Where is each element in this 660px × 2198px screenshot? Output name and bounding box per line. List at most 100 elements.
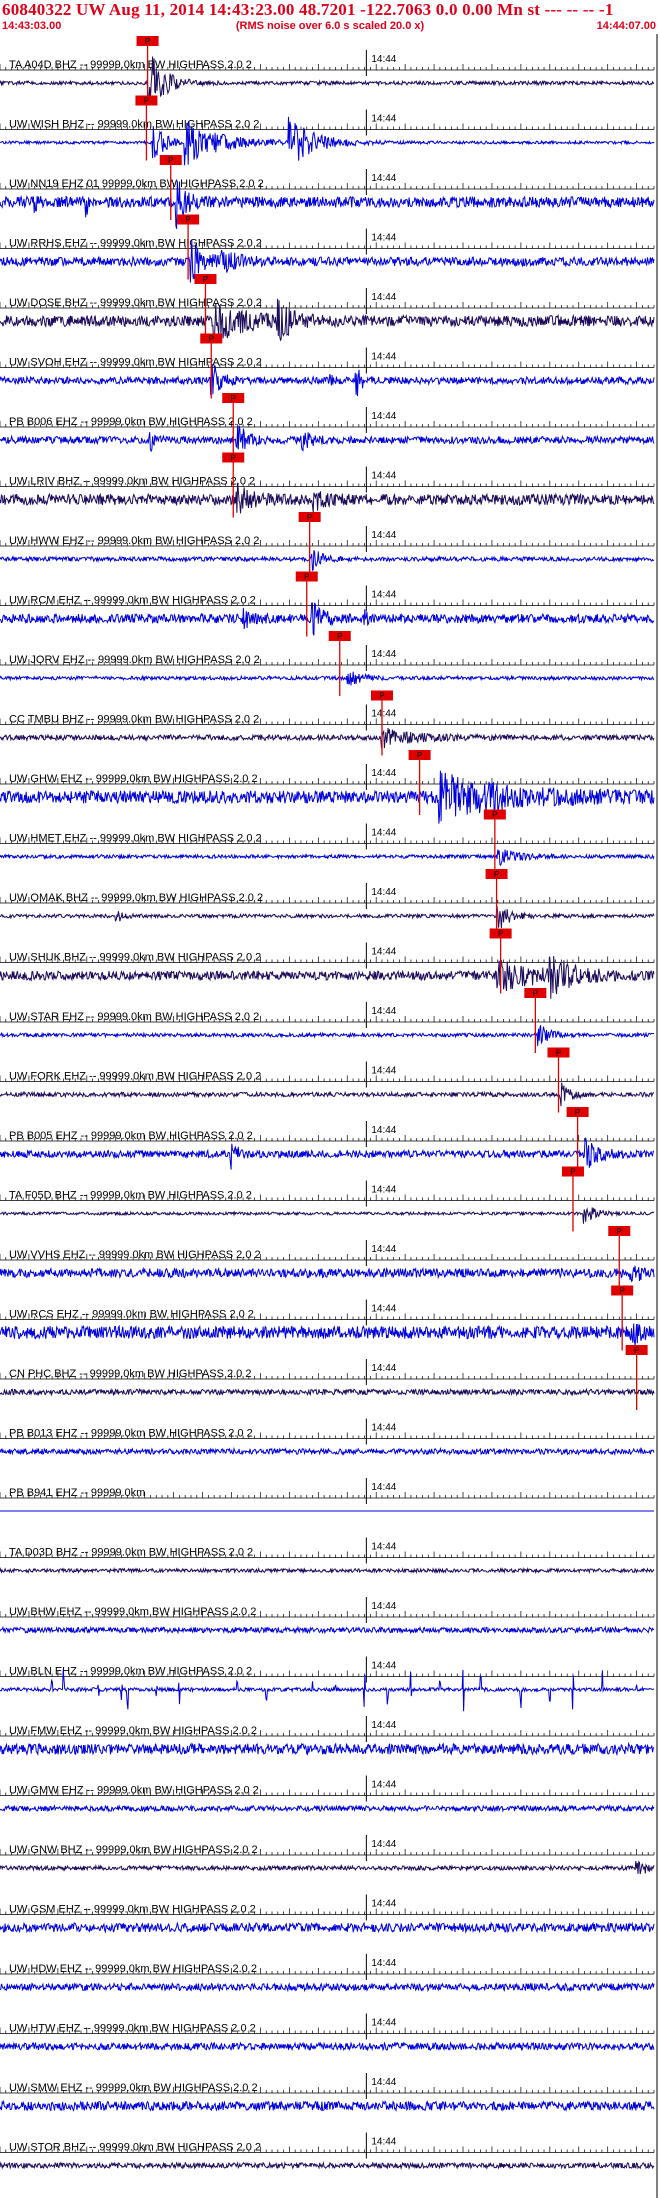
trace-row: 14:44 UW NN19 EHZ 01 99999.0km BW HIGHPAS…	[0, 155, 655, 229]
minute-tick-label: 14:44	[371, 530, 396, 541]
station-label: UW GHW EHZ -- 99999.0km BW HIGHPASS 2.0 …	[9, 773, 258, 785]
station-label: UW JORV EHZ -- 99999.0km BW HIGHPASS 2.0…	[9, 654, 260, 666]
minute-tick-label: 14:44	[371, 173, 396, 184]
waveform	[0, 2161, 655, 2171]
waveform	[0, 1323, 655, 1347]
station-label: UW SHUK BHZ -- 99999.0km BW HIGHPASS 2.0…	[9, 952, 261, 964]
trace-row: 14:44 UW RRHS EHZ -- 99999.0km BW HIGHPAS…	[0, 214, 655, 283]
trace-row: 14:44 PB B013 EHZ -- 99999.0km BW HIGHPAS…	[0, 1418, 655, 1457]
trace-row: 14:44 UW VVHS EHZ -- 99999.0km BW HIGHPAS…	[0, 1226, 655, 1291]
station-label: UW BHW EHZ -- 99999.0km BW HIGHPASS 2.0 …	[9, 1606, 256, 1618]
trace-row: 14:44 UW SHUK BHZ -- 99999.0km BW HIGHPAS…	[0, 928, 655, 999]
minute-tick-label: 14:44	[371, 1542, 396, 1553]
minute-tick-label: 14:44	[371, 233, 396, 244]
pick-label: P	[185, 216, 190, 225]
waveform	[0, 550, 655, 572]
pick-label: P	[417, 751, 422, 760]
trace-row: 14:44 CC TMBU BHZ -- 99999.0km BW HIGHPAS…	[0, 690, 655, 756]
station-label: UW STOR BHZ -- 99999.0km BW HIGHPASS 2.0…	[9, 2142, 261, 2154]
waveform	[0, 1741, 655, 1757]
station-label: UW SVOH EHZ -- 99999.0km BW HIGHPASS 2.0…	[9, 357, 262, 369]
pick-label: P	[619, 1287, 624, 1296]
station-label: UW GNW BHZ -- 99999.0km BW HIGHPASS 2.0 …	[9, 1844, 258, 1856]
station-label: CN PHC BHZ -- 99999.0km BW HIGHPASS 2.0 …	[9, 1368, 251, 1380]
minute-tick-label: 14:44	[371, 411, 396, 422]
minute-tick-label: 14:44	[371, 1601, 396, 1612]
trace-row: 14:44 UW FORK EHZ -- 99999.0km BW HIGHPAS…	[0, 1047, 655, 1113]
pick-label: P	[570, 1168, 575, 1177]
minute-tick-label: 14:44	[371, 1423, 396, 1434]
minute-tick-label: 14:44	[371, 887, 396, 898]
trace-row: 14:44 UW HMET EHZ -- 99999.0km BW HIGHPAS…	[0, 809, 655, 875]
waveform	[0, 906, 655, 929]
minute-tick-label: 14:44	[371, 1185, 396, 1196]
minute-tick-label: 14:44	[371, 1661, 396, 1672]
waveform	[0, 1387, 655, 1397]
station-label: PB B005 EHZ -- 99999.0km BW HIGHPASS 2.0…	[9, 1130, 253, 1142]
waveform	[0, 1860, 655, 1875]
trace-row: 14:44 UW HDW EHZ -- 99999.0km BW HIGHPASS…	[0, 1954, 655, 1993]
minute-tick-label: 14:44	[371, 709, 396, 720]
minute-tick-label: 14:44	[371, 1125, 396, 1136]
station-label: UW GSM EHZ -- 99999.0km BW HIGHPASS 2.0 …	[9, 1904, 256, 1916]
station-label: UW RCS EHZ -- 99999.0km BW HIGHPASS 2.0 …	[9, 1309, 254, 1321]
trace-row: 14:44 UW WISH BHZ -- 99999.0km BW HIGHPAS…	[0, 95, 655, 166]
station-label: UW GMW EHZ -- 99999.0km BW HIGHPASS 2.0 …	[9, 1785, 259, 1797]
pick-label: P	[494, 870, 499, 879]
station-label: UW HWW EHZ -- 99999.0km BW HIGHPASS 2.0 …	[9, 535, 259, 547]
station-label: PB B941 EHZ -- 99999.0km	[9, 1487, 145, 1499]
trace-row: 14:44 UW GNW BHZ -- 99999.0km BW HIGHPASS…	[0, 1835, 655, 1875]
trace-row: 14:44 UW STAR EHZ -- 99999.0km BW HIGHPAS…	[0, 988, 655, 1053]
waveform	[0, 1025, 655, 1047]
minute-tick-label: 14:44	[371, 471, 396, 482]
trace-row: 14:44 PB B941 EHZ -- 99999.0km	[0, 1478, 655, 1512]
trace-row: 14:44 UW DOSE BHZ -- 99999.0km BW HIGHPAS…	[0, 274, 655, 343]
station-label: PB B006 EHZ -- 99999.0km BW HIGHPASS 2.0…	[9, 416, 253, 428]
waveform	[0, 602, 655, 636]
pick-label: P	[556, 1049, 561, 1058]
minute-tick-label: 14:44	[371, 2018, 396, 2029]
station-label: UW SMW EHZ -- 99999.0km BW HIGHPASS 2.0 …	[9, 2082, 258, 2094]
minute-tick-label: 14:44	[371, 1482, 396, 1493]
minute-tick-label: 14:44	[371, 2077, 396, 2088]
minute-tick-label: 14:44	[371, 1244, 396, 1255]
waveform	[0, 1207, 655, 1224]
pick-label: P	[144, 97, 149, 106]
minute-tick-label: 14:44	[371, 1780, 396, 1791]
trace-row: 14:44 UW RCM EHZ -- 99999.0km BW HIGHPASS…	[0, 571, 655, 637]
minute-tick-label: 14:44	[371, 1839, 396, 1850]
trace-row: 14:44 PB B006 EHZ -- 99999.0km BW HIGHPAS…	[0, 393, 655, 458]
minute-tick-label: 14:44	[371, 947, 396, 958]
event-title: 60840322 UW Aug 11, 2014 14:43:23.00 48.…	[2, 0, 614, 19]
station-label: UW OMAK BHZ -- 99999.0km BW HIGHPASS 2.0…	[9, 892, 263, 904]
minute-tick-label: 14:44	[371, 1720, 396, 1731]
trace-row: 14:44 UW RCS EHZ -- 99999.0km BW HIGHPASS…	[0, 1285, 655, 1351]
station-label: UW NN19 EHZ 01 99999.0km BW HIGHPASS 2.0…	[9, 178, 264, 190]
pick-label: P	[498, 930, 503, 939]
pick-label: P	[231, 394, 236, 403]
station-label: UW BLN EHZ -- 99999.0km BW HIGHPASS 2.0 …	[9, 1666, 252, 1678]
minute-tick-label: 14:44	[371, 54, 396, 65]
waveform	[0, 1137, 655, 1170]
trace-row: 14:44 UW OMAK BHZ -- 99999.0km BW HIGHPAS…	[0, 869, 655, 934]
waveform	[0, 671, 655, 686]
waveform	[0, 1446, 655, 1457]
trace-row: 14:44 TA F05D BHZ -- 99999.0km BW HIGHPAS…	[0, 1166, 655, 1232]
end-time: 14:44:07.00	[596, 20, 656, 32]
seismogram-plot: 14:44 TA A04D BHZ -- 99999.0km BW HIGHPAS…	[0, 34, 658, 2198]
trace-row: 14:44 UW BLN EHZ -- 99999.0km BW HIGHPASS…	[0, 1656, 655, 1712]
trace-row: 14:44 PB B005 EHZ -- 99999.0km BW HIGHPAS…	[0, 1107, 655, 1172]
minute-tick-label: 14:44	[371, 649, 396, 660]
pick-label: P	[575, 1108, 580, 1117]
pick-label: P	[231, 454, 236, 463]
pick-label: P	[168, 156, 173, 165]
waveform	[0, 728, 655, 749]
pick-label: P	[337, 632, 342, 641]
minute-tick-label: 14:44	[371, 1958, 396, 1969]
trace-row: 14:44 TA A04D BHZ -- 99999.0km BW HIGHPAS…	[0, 36, 655, 101]
trace-row: 14:44 UW GHW EHZ -- 99999.0km BW HIGHPASS…	[0, 750, 655, 824]
minute-tick-label: 14:44	[371, 1006, 396, 1017]
minute-tick-label: 14:44	[371, 828, 396, 839]
station-label: UW FMW EHZ -- 99999.0km BW HIGHPASS 2.0 …	[9, 1725, 257, 1737]
minute-tick-label: 14:44	[371, 1304, 396, 1315]
